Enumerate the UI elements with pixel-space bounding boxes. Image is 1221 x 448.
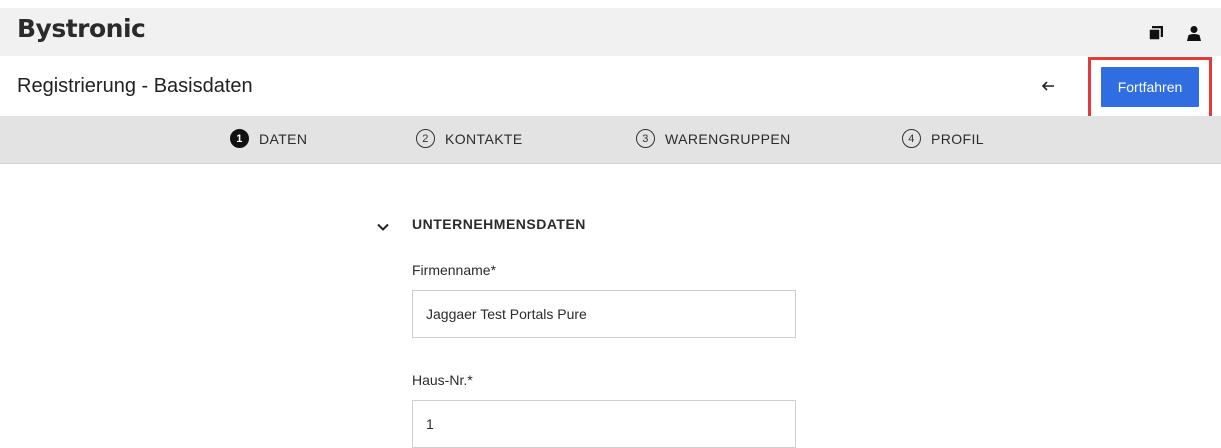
chevron-down-icon[interactable]: [376, 220, 390, 234]
step-label: DATEN: [259, 130, 308, 147]
step-number: 2: [416, 129, 435, 148]
step-warengruppen[interactable]: 3 WARENGRUPPEN: [636, 129, 791, 148]
house-number-label: Haus-Nr.*: [412, 372, 473, 388]
step-label: WARENGRUPPEN: [665, 130, 791, 147]
form-content: UNTERNEHMENSDATEN Firmenname* Haus-Nr.*: [0, 164, 1221, 448]
house-number-input[interactable]: [412, 400, 796, 448]
top-strip: [0, 0, 1221, 8]
step-label: KONTAKTE: [445, 130, 523, 147]
step-daten[interactable]: 1 DATEN: [230, 129, 307, 148]
step-label: PROFIL: [931, 130, 984, 147]
title-bar: Registrierung - Basisdaten Fortfahren: [0, 56, 1221, 121]
step-number: 1: [230, 129, 249, 148]
user-icon[interactable]: [1185, 24, 1203, 42]
section-title: UNTERNEHMENSDATEN: [412, 216, 586, 232]
continue-button[interactable]: Fortfahren: [1101, 67, 1199, 107]
company-name-input[interactable]: [412, 290, 796, 338]
arrow-left-icon[interactable]: [1038, 76, 1058, 96]
company-name-label: Firmenname*: [412, 262, 497, 278]
steps-bar: 1 DATEN 2 KONTAKTE 3 WARENGRUPPEN 4 PROF…: [0, 116, 1221, 164]
step-number: 3: [636, 129, 655, 148]
brand-bar: Bystronic: [0, 8, 1221, 56]
step-kontakte[interactable]: 2 KONTAKTE: [416, 129, 523, 148]
step-number: 4: [902, 129, 921, 148]
step-profil[interactable]: 4 PROFIL: [902, 129, 984, 148]
page-title: Registrierung - Basisdaten: [17, 75, 253, 97]
book-icon[interactable]: [1147, 24, 1165, 42]
brand-logo[interactable]: Bystronic: [17, 14, 146, 43]
header-icons: [1147, 24, 1203, 42]
